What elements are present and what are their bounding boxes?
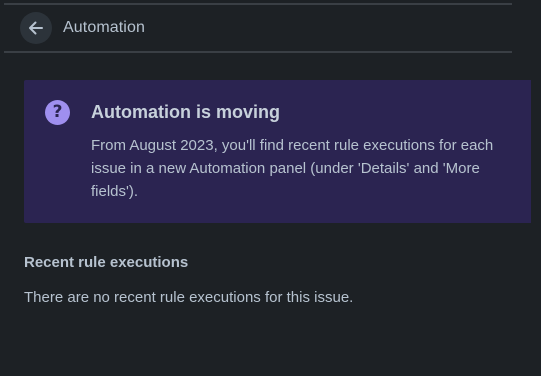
back-button[interactable] [20, 12, 52, 44]
banner-message: From August 2023, you'll find recent rul… [91, 137, 494, 200]
header-divider [4, 51, 512, 53]
panel-header: Automation [0, 5, 512, 51]
empty-state-message: There are no recent rule executions for … [24, 289, 354, 306]
question-circle-icon: ? [45, 100, 70, 125]
banner-title: Automation is moving [91, 102, 280, 122]
page-title: Automation [63, 19, 145, 36]
section-heading: Recent rule executions [24, 254, 189, 271]
info-banner: ? Automation is moving From August 2023,… [24, 80, 531, 223]
arrow-left-icon [29, 21, 43, 35]
